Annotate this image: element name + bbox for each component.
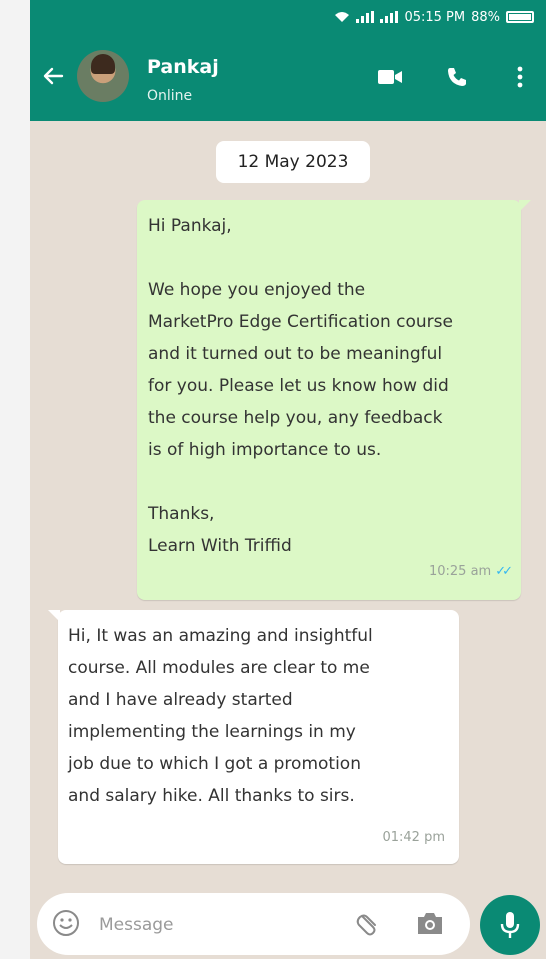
battery-level: 88%: [471, 9, 500, 25]
phone-call-icon[interactable]: [443, 63, 471, 91]
mic-icon: [500, 912, 520, 938]
message-meta: 10:25 am ✓✓: [428, 556, 513, 588]
message-meta: 01:42 pm: [382, 822, 445, 854]
outgoing-message[interactable]: Hi Pankaj, We hope you enjoyed the Marke…: [137, 200, 531, 600]
signal-icon: [380, 11, 399, 23]
more-options-icon[interactable]: [506, 63, 534, 91]
wifi-icon: [335, 12, 350, 22]
attach-icon[interactable]: [353, 908, 383, 938]
back-arrow-icon[interactable]: [42, 66, 64, 86]
camera-icon[interactable]: [415, 909, 445, 937]
chat-screen: 05:15 PM 88% Pankaj Online 12 May 2023 H…: [30, 0, 546, 959]
message-time: 10:25 am: [428, 564, 492, 579]
status-time: 05:15 PM: [404, 9, 466, 25]
signal-icon: [356, 11, 375, 23]
avatar[interactable]: [77, 50, 129, 102]
emoji-icon[interactable]: [51, 908, 81, 938]
message-input[interactable]: [97, 907, 351, 943]
voice-record-button[interactable]: [480, 895, 540, 955]
message-text: Hi, It was an amazing and insightful cou…: [68, 626, 373, 806]
contact-name[interactable]: Pankaj: [147, 56, 219, 78]
double-check-icon: ✓✓: [495, 564, 513, 579]
message-time: 01:42 pm: [382, 830, 445, 845]
battery-icon: [506, 11, 534, 23]
chat-header: 05:15 PM 88% Pankaj Online: [30, 0, 546, 121]
incoming-message[interactable]: Hi, It was an amazing and insightful cou…: [48, 610, 459, 864]
date-separator: 12 May 2023: [216, 141, 370, 183]
video-call-icon[interactable]: [376, 63, 404, 91]
message-composer: [37, 893, 470, 955]
status-bar: 05:15 PM 88%: [334, 6, 534, 28]
contact-status: Online: [147, 88, 193, 104]
message-text: Hi Pankaj, We hope you enjoyed the Marke…: [148, 216, 453, 556]
